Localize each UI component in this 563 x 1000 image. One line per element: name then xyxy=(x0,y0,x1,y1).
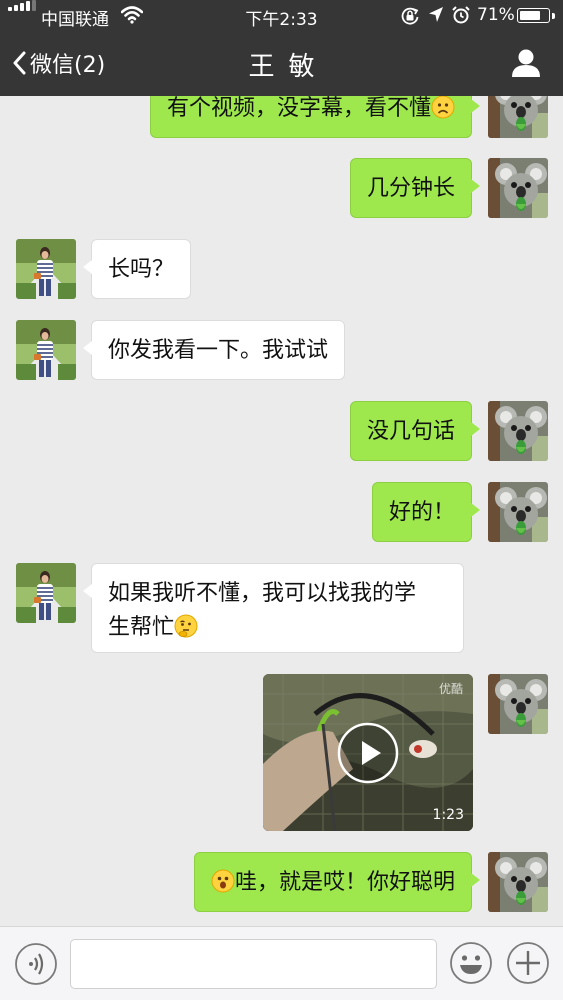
chat-title: 王敏 xyxy=(248,52,329,82)
nav-bar: 微信(2) 王敏 xyxy=(0,32,563,96)
contact-avatar[interactable] xyxy=(16,563,76,623)
chat-area[interactable]: 有个视频，没字幕，看不懂 几分钟长 长吗？ 你发我看一下。我试试 没几句话 好的… xyxy=(0,96,563,926)
top-header: 中国联通 下午2:33 71% 微信(2) 王敏 xyxy=(0,0,563,96)
message-text: 有个视频，没字幕，看不懂 xyxy=(166,96,431,121)
message-bubble[interactable]: 你发我看一下。我试试 xyxy=(82,320,346,380)
message-bubble[interactable]: 没几句话 xyxy=(349,401,481,461)
my-avatar[interactable] xyxy=(488,158,548,218)
status-bar: 中国联通 下午2:33 71% xyxy=(0,0,563,32)
frown-emoji-icon xyxy=(431,96,455,119)
message-text: 你发我看一下。我试试 xyxy=(108,338,329,363)
battery-percent: 71% xyxy=(477,5,515,25)
voice-icon[interactable] xyxy=(14,942,58,986)
my-avatar[interactable] xyxy=(488,96,548,138)
play-icon[interactable] xyxy=(337,722,399,784)
message-bubble[interactable]: 好的！ xyxy=(371,482,481,542)
video-duration: 1:23 xyxy=(432,807,464,823)
message-bubble[interactable]: 几分钟长 xyxy=(349,158,481,218)
message-text-line: 生帮忙 xyxy=(108,615,175,640)
alarm-icon xyxy=(452,6,470,24)
message-text: 长吗？ xyxy=(108,257,175,282)
video-message[interactable]: 优酷 1:23 xyxy=(263,674,473,831)
message-text: 好的！ xyxy=(388,500,455,525)
message-input[interactable] xyxy=(70,939,437,989)
message-text: 没几句话 xyxy=(366,419,455,444)
video-brand: 优酷 xyxy=(438,682,463,696)
message-text: 几分钟长 xyxy=(366,176,455,201)
message-bubble[interactable]: 哇，就是哎！你好聪明 xyxy=(193,852,481,912)
plus-icon[interactable] xyxy=(506,941,550,985)
message-text: 哇，就是哎！你好聪明 xyxy=(234,870,455,895)
message-text-line: 如果我听不懂，我可以找我的学 xyxy=(108,581,417,606)
my-avatar[interactable] xyxy=(488,482,548,542)
surprised-emoji-icon xyxy=(211,869,235,893)
location-icon xyxy=(429,7,443,22)
my-avatar[interactable] xyxy=(488,852,548,912)
thinking-emoji-icon xyxy=(174,614,198,638)
message-bubble[interactable]: 有个视频，没字幕，看不懂 xyxy=(149,96,481,138)
my-avatar[interactable] xyxy=(488,401,548,461)
contact-avatar[interactable] xyxy=(16,320,76,380)
input-bar xyxy=(0,926,563,1000)
person-icon[interactable] xyxy=(511,49,541,77)
message-bubble[interactable]: 如果我听不懂，我可以找我的学 生帮忙 xyxy=(83,563,464,653)
battery-icon xyxy=(517,8,550,23)
contact-avatar[interactable] xyxy=(16,239,76,299)
emoji-icon[interactable] xyxy=(449,941,493,985)
rotation-lock-icon xyxy=(401,7,419,25)
message-bubble[interactable]: 长吗？ xyxy=(82,239,192,299)
my-avatar[interactable] xyxy=(488,674,548,734)
